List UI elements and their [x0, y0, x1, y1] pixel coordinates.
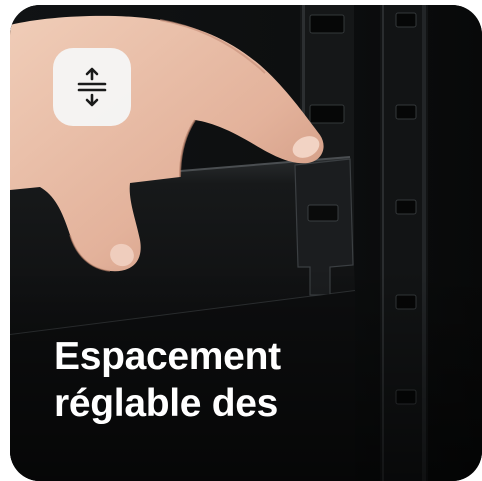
- caption-line-2: réglable des: [54, 382, 279, 425]
- adjust-spacing-icon: [77, 67, 107, 107]
- caption: Espacement réglable des: [54, 333, 464, 427]
- caption-line-1: Espacement: [54, 335, 281, 378]
- adjust-spacing-badge: [53, 48, 131, 126]
- product-image-card: Espacement réglable des: [10, 5, 482, 481]
